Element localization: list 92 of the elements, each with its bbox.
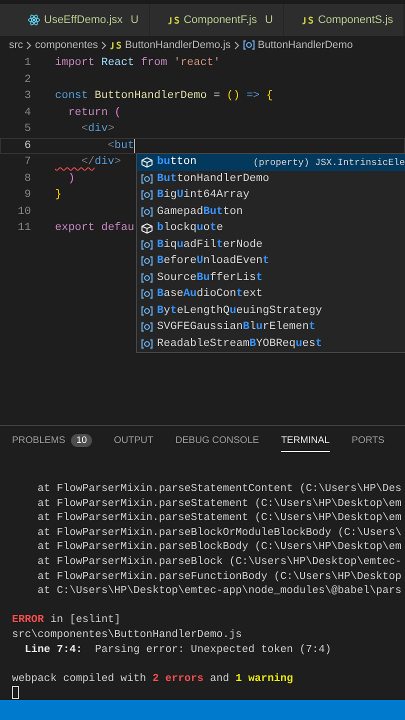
suggestion-label: button: [157, 156, 197, 168]
line-number: 10: [16, 206, 31, 218]
breadcrumb-item[interactable]: src: [9, 39, 23, 51]
code-line: <div>: [80, 123, 114, 136]
code-line: import React from 'react': [55, 57, 220, 70]
editor-tab[interactable]: ComponentF.js U: [150, 4, 284, 36]
terminal-line: src\componentes\ButtonHandlerDemo.js: [12, 628, 242, 641]
terminal-line: at FlowParserMixin.parseBlockOrModuleBlockBody (C:\Users\: [36, 526, 402, 539]
variable-icon: [141, 174, 153, 184]
line-number: 11: [16, 222, 31, 234]
suggestion-item[interactable]: BiquadFilterNode: [137, 236, 405, 253]
line-number: 5: [23, 123, 31, 136]
line-number: 1: [23, 57, 31, 70]
suggestion-item[interactable]: blockquote: [137, 220, 405, 236]
panel-tab[interactable]: PROBLEMS 10: [12, 428, 92, 453]
suggestion-item[interactable]: BaseAudioContext: [137, 286, 405, 302]
variable-icon: [141, 206, 153, 217]
cube-icon: [141, 156, 153, 168]
terminal-line: Line 7:4: Parsing error: Unexpected token (7:4): [24, 644, 332, 656]
suggestion-item[interactable]: SourceBufferList: [137, 270, 405, 286]
terminal-line: at C:\Users\HP\Desktop\emtec-app\node_modules\@babel\pars: [36, 585, 402, 598]
suggestion-label: BigUint64Array: [157, 189, 250, 202]
terminal-line: at FlowParserMixin.parseBlockBody (C:\Users\HP\Desktop\em: [36, 541, 402, 554]
breadcrumb-item[interactable]: componentes: [35, 39, 98, 51]
code-line: </div>: [80, 156, 122, 168]
suggestion-label: SVGFEGaussianBlurElement: [157, 321, 316, 334]
panel-tab[interactable]: PORTS: [352, 429, 384, 452]
variable-icon: [141, 306, 153, 316]
line-number: 8: [23, 172, 31, 185]
suggestion-item[interactable]: BigUint64Array: [137, 187, 405, 204]
terminal-line: at FlowParserMixin.parseFunctionBody (C:\Users\HP\Desktop: [36, 570, 402, 583]
chevron-icon: [101, 40, 108, 50]
suggestion-label: ButtonHandlerDemo: [157, 172, 270, 185]
variable-icon: [141, 272, 153, 283]
suggestion-item[interactable]: ButtonHandlerDemo: [137, 170, 405, 187]
breadcrumb-item[interactable]: ButtonHandlerDemo: [258, 39, 353, 51]
text-cursor: [134, 138, 136, 153]
suggestion-item[interactable]: ReadableStreamBYOBRequest: [137, 336, 405, 352]
count-badge: 10: [71, 434, 92, 447]
panel-tab[interactable]: OUTPUT: [114, 429, 154, 452]
suggestion-label: BeforeUnloadEvent: [157, 255, 270, 268]
suggestion-label: GamepadButton: [157, 206, 243, 218]
terminal-line: ERROR in [eslint]: [12, 614, 121, 626]
react-atom-icon: [28, 14, 40, 26]
line-number: 2: [23, 74, 31, 86]
terminal-line: at FlowParserMixin.parseStatementContent (C:\Users\HP\Des: [36, 483, 402, 495]
variable-icon: [141, 289, 153, 300]
js-file-icon: [168, 16, 180, 24]
editor-tab[interactable]: UseEffDemo.jsx U: [0, 4, 150, 36]
suggestion-item[interactable]: SVGFEGaussianBlurElement: [137, 319, 405, 336]
code-line: return (: [67, 106, 122, 119]
suggestion-item[interactable]: button (property) JSX.IntrinsicEle: [137, 154, 405, 170]
suggestion-detail: (property) JSX.IntrinsicEle: [253, 156, 405, 168]
variable-icon: [242, 40, 255, 50]
terminal-line: webpack compiled with 2 errors and 1 warning: [12, 672, 293, 685]
panel-tab[interactable]: DEBUG CONSOLE: [175, 429, 260, 452]
js-file-icon: [110, 40, 122, 50]
suggestion-label: SourceBufferList: [157, 272, 263, 284]
terminal-line: at FlowParserMixin.parseStatement (C:\Users\HP\Desktop\em: [36, 512, 402, 524]
terminal-line: at FlowParserMixin.parseBlock (C:\Users\HP\Desktop\emtec-: [36, 556, 402, 568]
chevron-icon: [234, 40, 240, 50]
terminal-cursor: [12, 686, 19, 700]
editor-tab[interactable]: ComponentS.js: [284, 4, 404, 36]
suggestion-label: blockquote: [157, 222, 224, 234]
variable-icon: [141, 338, 153, 349]
terminal-line: at FlowParserMixin.parseStatement (C:\Users\HP\Desktop\em: [36, 498, 402, 510]
panel-tab[interactable]: TERMINAL: [281, 429, 330, 452]
line-number: 6: [23, 140, 31, 152]
code-line: export defau: [55, 222, 134, 234]
suggestion-item[interactable]: BeforeUnloadEvent: [137, 253, 405, 270]
suggestion-label: BiquadFilterNode: [157, 238, 263, 251]
variable-icon: [141, 240, 153, 250]
line-number: 4: [23, 106, 31, 119]
suggestion-label: BaseAudioContext: [157, 288, 263, 300]
js-file-icon: [302, 16, 314, 24]
code-line: const ButtonHandlerDemo = () => {: [55, 90, 273, 102]
suggestion-item[interactable]: ByteLengthQueuingStrategy: [137, 302, 405, 319]
cube-icon: [141, 222, 153, 234]
suggestion-label: ReadableStreamBYOBRequest: [157, 338, 322, 350]
suggestion-label: ByteLengthQueuingStrategy: [157, 304, 322, 317]
breadcrumb-item[interactable]: ButtonHandlerDemo.js: [125, 39, 231, 51]
code-line: <but: [106, 140, 134, 152]
variable-icon: [141, 322, 153, 332]
line-number: 9: [23, 189, 31, 202]
code-line: }: [55, 189, 62, 202]
line-number: 7: [23, 156, 31, 168]
variable-icon: [141, 256, 153, 266]
code-line: ): [67, 172, 75, 185]
line-number: 3: [23, 90, 31, 102]
chevron-icon: [26, 40, 32, 50]
suggestion-item[interactable]: GamepadButton: [137, 204, 405, 220]
variable-icon: [141, 190, 153, 200]
